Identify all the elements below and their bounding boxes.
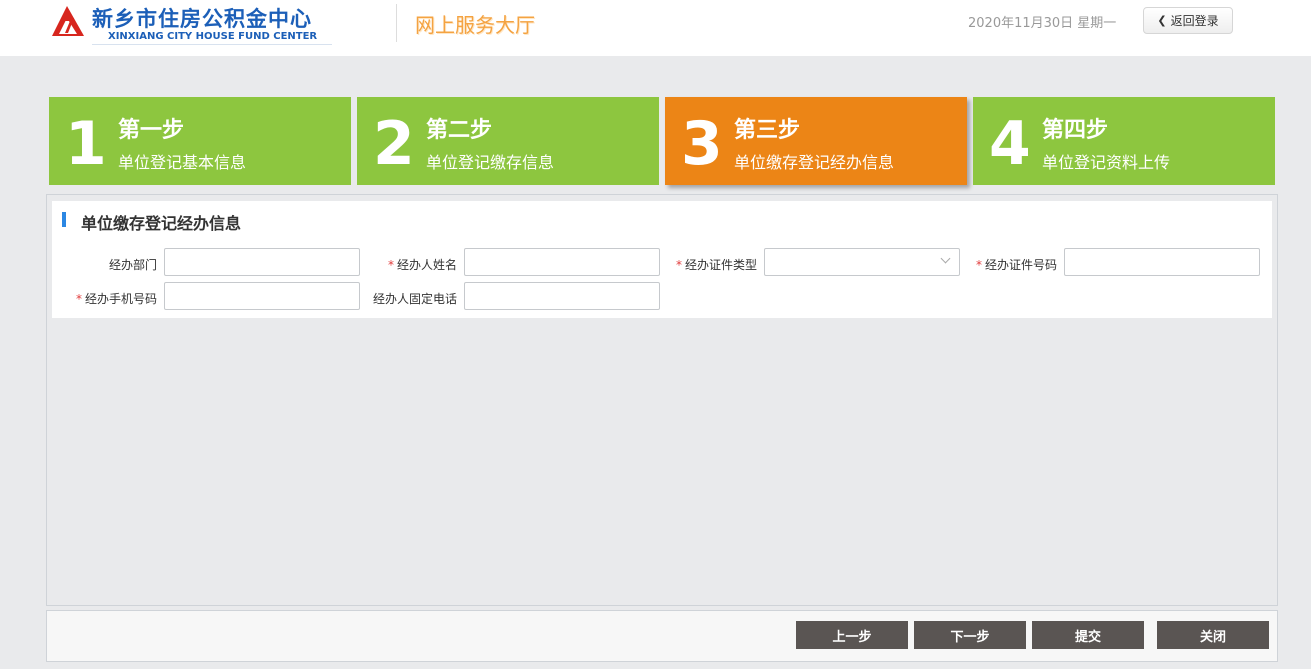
step-description: 单位登记基本信息 xyxy=(118,153,247,172)
top-header: 新乡市住房公积金中心 XINXIANG CITY HOUSE FUND CENT… xyxy=(0,0,1311,56)
chevron-left-icon: ❮ xyxy=(1157,14,1167,27)
step-1: 1 第一步 单位登记基本信息 xyxy=(49,97,351,185)
step-description: 单位登记缴存信息 xyxy=(426,153,555,172)
step-description: 单位缴存登记经办信息 xyxy=(734,153,895,172)
submit-button[interactable]: 提交 xyxy=(1032,621,1144,649)
step-2: 2 第二步 单位登记缴存信息 xyxy=(357,97,659,185)
prev-step-button[interactable]: 上一步 xyxy=(796,621,908,649)
org-name-en: XINXIANG CITY HOUSE FUND CENTER xyxy=(108,31,318,42)
handler-name-input[interactable] xyxy=(464,248,660,276)
logo-emblem-icon xyxy=(52,6,84,36)
step-4: 4 第四步 单位登记资料上传 xyxy=(973,97,1275,185)
step-title: 第四步 xyxy=(1042,118,1109,143)
step-title: 第二步 xyxy=(426,118,493,143)
current-date: 2020年11月30日 星期一 xyxy=(968,16,1117,31)
step-number: 2 xyxy=(373,109,415,179)
step-number: 4 xyxy=(989,109,1031,179)
step-title: 第一步 xyxy=(118,118,185,143)
section-accent-bar xyxy=(62,212,66,227)
landline-label: 经办人固定电话 xyxy=(372,292,457,306)
mobile-label: * 经办手机号码 xyxy=(75,292,157,306)
dept-input[interactable] xyxy=(164,248,360,276)
back-to-login-button[interactable]: ❮ 返回登录 xyxy=(1143,7,1233,34)
mobile-input[interactable] xyxy=(164,282,360,310)
required-mark: * xyxy=(75,292,82,306)
action-bar: 上一步 下一步 提交 关闭 xyxy=(46,610,1278,662)
step-number: 3 xyxy=(681,109,723,179)
logo-divider xyxy=(92,44,332,45)
org-name: 新乡市住房公积金中心 xyxy=(92,7,312,31)
required-mark: * xyxy=(675,258,682,272)
form-panel: 单位缴存登记经办信息 经办部门 * 经办人姓名 * 经办证件类型 * 经办证件号码 *… xyxy=(46,194,1278,606)
id-number-label: * 经办证件号码 xyxy=(975,258,1057,272)
dept-label: 经办部门 xyxy=(108,258,157,272)
hall-title: 网上服务大厅 xyxy=(415,13,535,37)
step-3-active: 3 第三步 单位缴存登记经办信息 xyxy=(665,97,967,185)
step-number: 1 xyxy=(65,109,107,179)
back-to-login-label: 返回登录 xyxy=(1170,14,1219,28)
step-title: 第三步 xyxy=(734,118,801,143)
id-number-input[interactable] xyxy=(1064,248,1260,276)
required-mark: * xyxy=(975,258,982,272)
close-button[interactable]: 关闭 xyxy=(1157,621,1269,649)
id-type-select[interactable] xyxy=(764,248,960,276)
next-step-button[interactable]: 下一步 xyxy=(914,621,1026,649)
header-separator xyxy=(396,4,397,42)
landline-input[interactable] xyxy=(464,282,660,310)
handler-name-label: * 经办人姓名 xyxy=(387,258,457,272)
handler-info-form: 单位缴存登记经办信息 经办部门 * 经办人姓名 * 经办证件类型 * 经办证件号码 *… xyxy=(52,201,1272,318)
step-description: 单位登记资料上传 xyxy=(1042,153,1171,172)
id-type-label: * 经办证件类型 xyxy=(675,258,757,272)
section-title: 单位缴存登记经办信息 xyxy=(81,214,242,233)
chevron-down-icon xyxy=(940,253,951,264)
required-mark: * xyxy=(387,258,394,272)
